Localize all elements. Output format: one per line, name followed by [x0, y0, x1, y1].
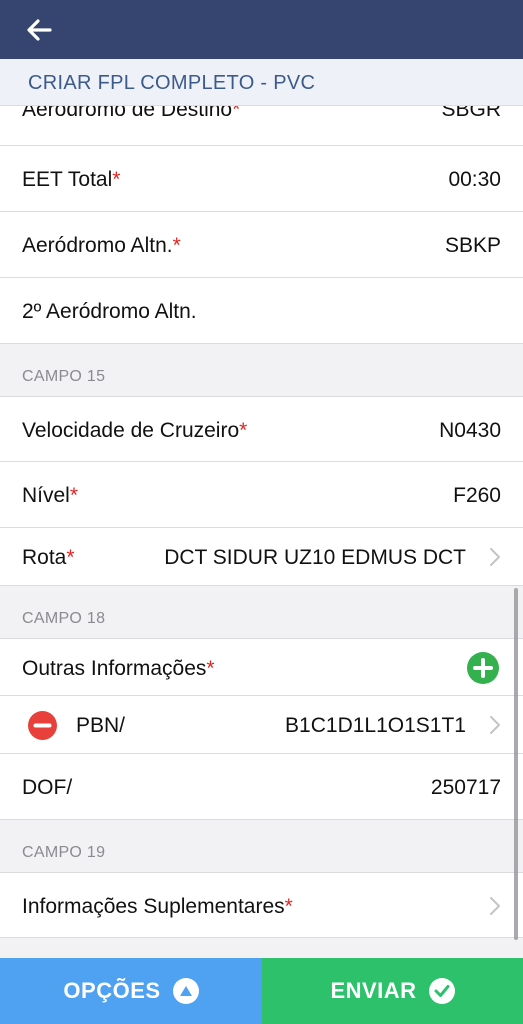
- footer-actions: OPÇÕES ENVIAR: [0, 958, 523, 1024]
- section-title: CAMPO 18: [22, 610, 106, 627]
- row-nivel[interactable]: Nível* F260: [0, 462, 523, 528]
- row-label: Outras Informações: [22, 657, 207, 680]
- row-label: PBN/: [76, 714, 126, 737]
- navigation-bar: [0, 0, 523, 59]
- row-velocidade-cruzeiro[interactable]: Velocidade de Cruzeiro* N0430: [0, 396, 523, 462]
- row-rota[interactable]: Rota* DCT SIDUR UZ10 EDMUS DCT: [0, 528, 523, 586]
- section-title: CAMPO 19: [22, 844, 106, 861]
- row-label: Aeródromo de Destino: [22, 106, 233, 121]
- section-campo-19: CAMPO 19: [0, 820, 523, 872]
- section-campo-18: CAMPO 18: [0, 586, 523, 638]
- check-circle-icon: [428, 978, 455, 1004]
- page-header: CRIAR FPL COMPLETO - PVC: [0, 59, 523, 106]
- enviar-button[interactable]: ENVIAR: [262, 958, 523, 1024]
- row-dof[interactable]: DOF/ 250717: [0, 754, 523, 820]
- section-campo-15: CAMPO 15: [0, 344, 523, 396]
- row-segundo-aerodromo-altn[interactable]: 2º Aeródromo Altn.: [0, 278, 523, 344]
- row-label: EET Total: [22, 168, 113, 191]
- row-value: SBGR: [441, 106, 501, 121]
- row-value: 00:30: [448, 168, 501, 191]
- row-label: Velocidade de Cruzeiro: [22, 419, 240, 442]
- required-marker: *: [239, 419, 248, 442]
- row-value: 250717: [430, 776, 501, 799]
- row-eet-total[interactable]: EET Total* 00:30: [0, 146, 523, 212]
- required-marker: *: [206, 657, 215, 680]
- row-label: 2º Aeródromo Altn.: [22, 300, 197, 323]
- section-title: CAMPO 15: [22, 368, 106, 385]
- row-label: DOF/: [22, 776, 73, 799]
- chevron-right-icon: [490, 716, 500, 734]
- arrow-left-icon: [27, 19, 52, 41]
- chevron-right-icon: [490, 897, 500, 915]
- row-aerodromo-altn[interactable]: Aeródromo Altn.* SBKP: [0, 212, 523, 278]
- required-marker: *: [112, 168, 121, 191]
- remove-circle-icon[interactable]: [28, 711, 57, 740]
- required-marker: *: [232, 106, 241, 121]
- row-label: Informações Suplementares: [22, 895, 285, 918]
- triangle-up-icon: [172, 978, 199, 1004]
- row-label: Rota: [22, 546, 67, 569]
- back-button[interactable]: [22, 14, 56, 46]
- required-marker: *: [172, 234, 181, 257]
- required-marker: *: [284, 895, 293, 918]
- form-scroll-area[interactable]: Aeródromo de Destino* SBGR EET Total* 00…: [0, 106, 523, 958]
- opcoes-button[interactable]: OPÇÕES: [0, 958, 262, 1024]
- row-label: Aeródromo Altn.: [22, 234, 173, 257]
- required-marker: *: [69, 484, 79, 507]
- row-label: Nível: [22, 484, 70, 507]
- row-informacoes-suplementares[interactable]: Informações Suplementares*: [0, 872, 523, 938]
- scrollbar[interactable]: [514, 588, 518, 940]
- add-circle-icon[interactable]: [467, 652, 499, 684]
- required-marker: *: [66, 546, 75, 569]
- enviar-label: ENVIAR: [330, 978, 417, 1003]
- row-value: N0430: [439, 419, 501, 442]
- row-value: SBKP: [444, 234, 501, 257]
- row-value: DCT SIDUR UZ10 EDMUS DCT: [164, 546, 466, 569]
- page-title: CRIAR FPL COMPLETO - PVC: [28, 72, 316, 94]
- chevron-right-icon: [490, 548, 500, 566]
- row-aerodromo-destino[interactable]: Aeródromo de Destino* SBGR: [0, 106, 523, 146]
- row-outras-informacoes: Outras Informações*: [0, 638, 523, 696]
- row-value: F260: [453, 484, 501, 507]
- opcoes-label: OPÇÕES: [63, 978, 161, 1003]
- row-value: B1C1D1L1O1S1T1: [285, 714, 466, 737]
- row-pbn[interactable]: PBN/ B1C1D1L1O1S1T1: [0, 696, 523, 754]
